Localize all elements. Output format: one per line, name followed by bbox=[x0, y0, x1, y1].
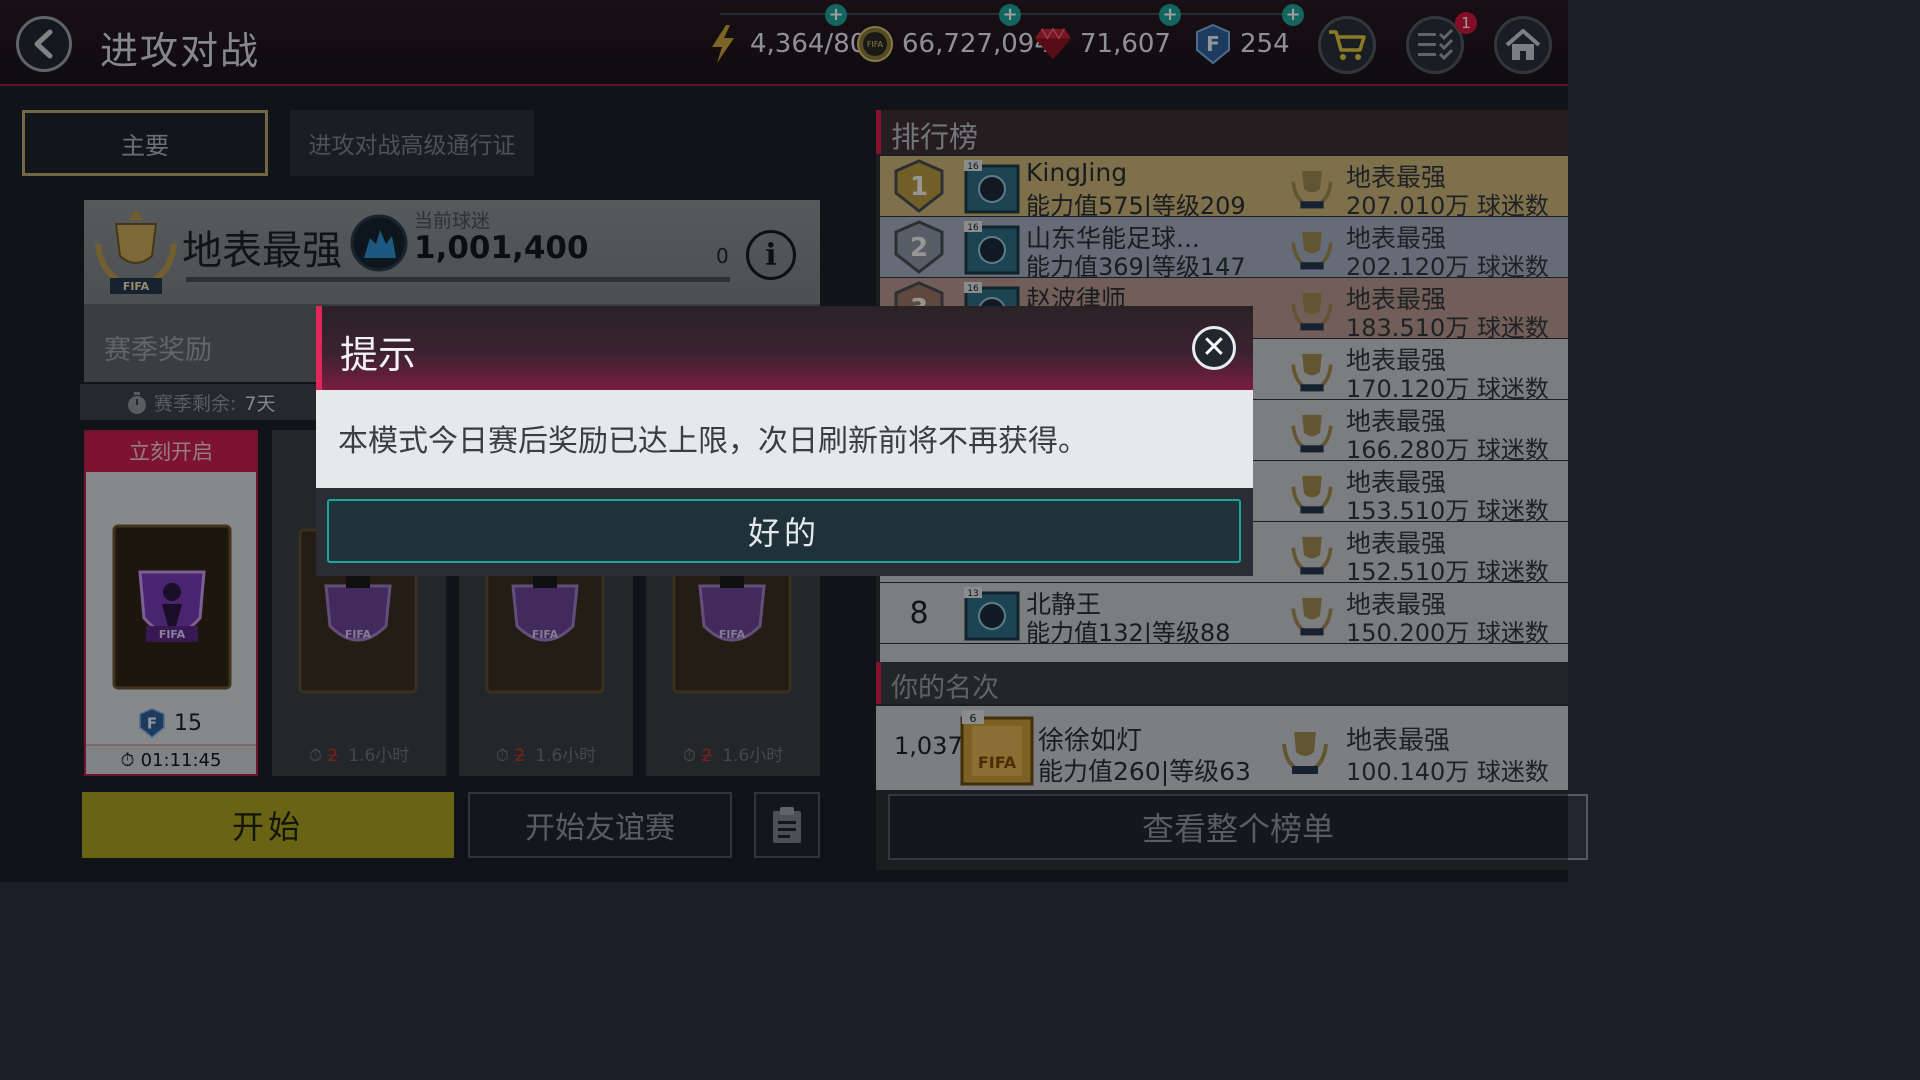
notice-dialog: 提示 ✕ 本模式今日赛后奖励已达上限，次日刷新前将不再获得。 好的 bbox=[316, 306, 1253, 576]
dialog-message: 本模式今日赛后奖励已达上限，次日刷新前将不再获得。 bbox=[316, 390, 1253, 488]
dialog-header: 提示 ✕ bbox=[316, 306, 1253, 390]
ok-button[interactable]: 好的 bbox=[327, 499, 1241, 563]
dialog-title: 提示 bbox=[340, 333, 417, 377]
close-button[interactable]: ✕ bbox=[1192, 326, 1236, 370]
close-icon: ✕ bbox=[1201, 330, 1227, 365]
dialog-footer: 好的 bbox=[316, 488, 1253, 576]
